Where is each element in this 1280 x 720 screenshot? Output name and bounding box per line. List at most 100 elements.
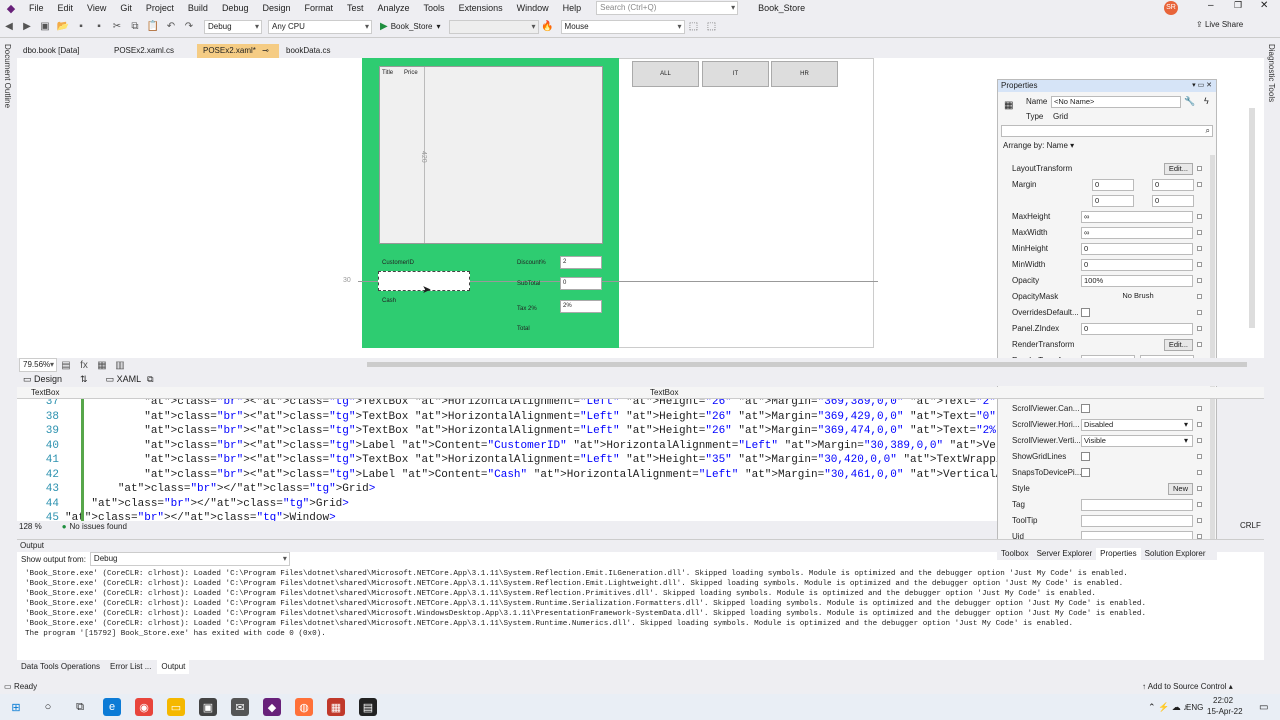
path-right-dropdown[interactable]: TextBox: [650, 388, 678, 397]
xaml-code-editor[interactable]: 37 "at">class="br"><"at">class="tg">Text…: [17, 399, 997, 521]
firefox-icon[interactable]: ◍: [295, 698, 313, 716]
swap-panes-icon[interactable]: ⇅: [80, 374, 88, 385]
property-value[interactable]: Disabled: [1081, 419, 1193, 431]
chevron-down-icon[interactable]: ▾: [1184, 434, 1188, 448]
user-avatar[interactable]: SR: [1164, 1, 1178, 15]
advanced-options-square[interactable]: [1197, 278, 1202, 283]
diagnostic-tools-tab[interactable]: Diagnostic Tools: [1267, 44, 1276, 102]
property-value[interactable]: 0: [1081, 259, 1193, 271]
code-line[interactable]: 44 "at">class="br"></"at">class="tg">Gri…: [17, 497, 349, 512]
property-value[interactable]: ∞: [1081, 227, 1193, 239]
grid-toggle-icon[interactable]: ▤: [59, 358, 73, 372]
designer-vertical-scrollbar[interactable]: [1249, 108, 1255, 328]
menu-debug[interactable]: Debug: [215, 0, 256, 16]
output-source-dropdown[interactable]: Debug: [89, 552, 290, 566]
property-value[interactable]: 0: [1081, 323, 1193, 335]
select-icon[interactable]: ⬚: [687, 20, 701, 34]
menu-test[interactable]: Test: [340, 0, 371, 16]
search-icon[interactable]: ○: [39, 698, 57, 716]
undo-icon[interactable]: ↶: [164, 20, 178, 34]
layout-icon[interactable]: ▥: [113, 358, 127, 372]
advanced-options-square[interactable]: [1197, 166, 1202, 171]
property-button[interactable]: Edit...: [1163, 163, 1193, 175]
redo-icon[interactable]: ↷: [182, 20, 196, 34]
advanced-options-square[interactable]: [1197, 294, 1202, 299]
advanced-options-square[interactable]: [1197, 342, 1202, 347]
property-checkbox[interactable]: [1081, 404, 1090, 413]
code-line[interactable]: 45 "at">class="br"></"at">class="tg">Wind…: [17, 511, 336, 521]
advanced-options-square[interactable]: [1197, 438, 1202, 443]
code-line[interactable]: 37 "at">class="br"><"at">class="tg">Text…: [17, 399, 997, 410]
advanced-options-square[interactable]: [1197, 246, 1202, 251]
book-listview[interactable]: Title Price 420: [379, 66, 603, 244]
close-icon[interactable]: ✕: [1260, 0, 1268, 11]
subtotal-textbox[interactable]: 0: [560, 277, 602, 290]
properties-close-icon[interactable]: ▾ ▭ ✕: [1192, 80, 1212, 92]
property-button[interactable]: New: [1167, 483, 1193, 495]
app-icon[interactable]: ▦: [327, 698, 345, 716]
advanced-options-square[interactable]: [1197, 310, 1202, 315]
platform-dropdown[interactable]: Any CPU: [268, 19, 372, 34]
property-value[interactable]: ∞: [1081, 211, 1193, 223]
menu-tools[interactable]: Tools: [417, 0, 452, 16]
property-value[interactable]: [1081, 499, 1193, 511]
tab-bookdata-cs[interactable]: bookData.cs: [280, 44, 350, 58]
cut-icon[interactable]: ✂: [110, 20, 124, 34]
search-input[interactable]: Search (Ctrl+Q): [596, 1, 739, 15]
chevron-down-icon[interactable]: ▾: [1184, 418, 1188, 432]
margin-value[interactable]: 0: [1092, 179, 1134, 191]
debug-target-dropdown[interactable]: [448, 19, 539, 34]
tab-properties[interactable]: Properties: [1096, 548, 1141, 560]
menu-edit[interactable]: Edit: [51, 0, 81, 16]
margin-value[interactable]: 0: [1152, 179, 1194, 191]
hot-reload-icon[interactable]: 🔥: [541, 20, 555, 34]
code-zoom[interactable]: 128 %: [19, 522, 42, 531]
chrome-icon[interactable]: ◉: [135, 698, 153, 716]
save-all-icon[interactable]: ▪: [92, 20, 106, 34]
margin-value[interactable]: 0: [1152, 195, 1194, 207]
copy-icon[interactable]: ⧉: [128, 20, 142, 34]
all-button[interactable]: ALL: [632, 61, 699, 87]
menu-build[interactable]: Build: [181, 0, 215, 16]
advanced-options-square[interactable]: [1197, 422, 1202, 427]
zoom-icon[interactable]: ⬚: [705, 20, 719, 34]
path-left-dropdown[interactable]: TextBox: [31, 388, 59, 397]
it-button[interactable]: IT: [702, 61, 769, 87]
events-icon[interactable]: ϟ: [1204, 96, 1209, 106]
language-indicator[interactable]: ENG: [1186, 703, 1203, 712]
clock-date[interactable]: 15-Apr-22: [1207, 707, 1243, 716]
tab-toolbox[interactable]: Toolbox: [997, 548, 1033, 560]
advanced-options-square[interactable]: [1197, 518, 1202, 523]
visual-studio-icon[interactable]: ◆: [263, 698, 281, 716]
task-view-icon[interactable]: ⧉: [71, 698, 89, 716]
tab-output[interactable]: Output: [157, 660, 190, 674]
menu-git[interactable]: Git: [113, 0, 139, 16]
open-icon[interactable]: 📂: [56, 20, 70, 34]
paste-icon[interactable]: 📋: [146, 20, 160, 34]
tab-data-tools-operations[interactable]: Data Tools Operations: [17, 660, 104, 674]
document-outline-tab[interactable]: Document Outline: [3, 44, 12, 108]
minimize-icon[interactable]: –: [1208, 0, 1214, 11]
property-value[interactable]: 100%: [1081, 275, 1193, 287]
edge-icon[interactable]: e: [103, 698, 121, 716]
start-button-label[interactable]: Book_Store: [391, 22, 433, 31]
arrange-by-dropdown[interactable]: Arrange by: Name ▾: [1003, 141, 1074, 150]
property-value[interactable]: Visible: [1081, 435, 1193, 447]
tab-solution-explorer[interactable]: Solution Explorer: [1141, 548, 1210, 560]
designer-horizontal-scrollbar[interactable]: [367, 362, 1247, 367]
advanced-options-square[interactable]: [1197, 230, 1202, 235]
xaml-view-tab[interactable]: ▭ XAML: [106, 374, 142, 385]
property-value[interactable]: [1081, 515, 1193, 527]
design-view-tab[interactable]: ▭ Design: [23, 374, 62, 385]
property-checkbox[interactable]: [1081, 308, 1090, 317]
tab-error-list[interactable]: Error List ...: [106, 660, 155, 674]
menu-file[interactable]: File: [22, 0, 51, 16]
menu-format[interactable]: Format: [297, 0, 340, 16]
wrench-icon[interactable]: 🔧: [1184, 96, 1195, 107]
clapper-icon[interactable]: ▤: [359, 698, 377, 716]
code-line[interactable]: 41 "at">class="br"><"at">class="tg">Text…: [17, 453, 997, 468]
tray-icons[interactable]: ⌃ ⚡ ☁ ♪: [1148, 702, 1188, 713]
menu-analyze[interactable]: Analyze: [371, 0, 417, 16]
code-line[interactable]: 40 "at">class="br"><"at">class="tg">Labe…: [17, 439, 997, 454]
code-line[interactable]: 38 "at">class="br"><"at">class="tg">Text…: [17, 410, 997, 425]
